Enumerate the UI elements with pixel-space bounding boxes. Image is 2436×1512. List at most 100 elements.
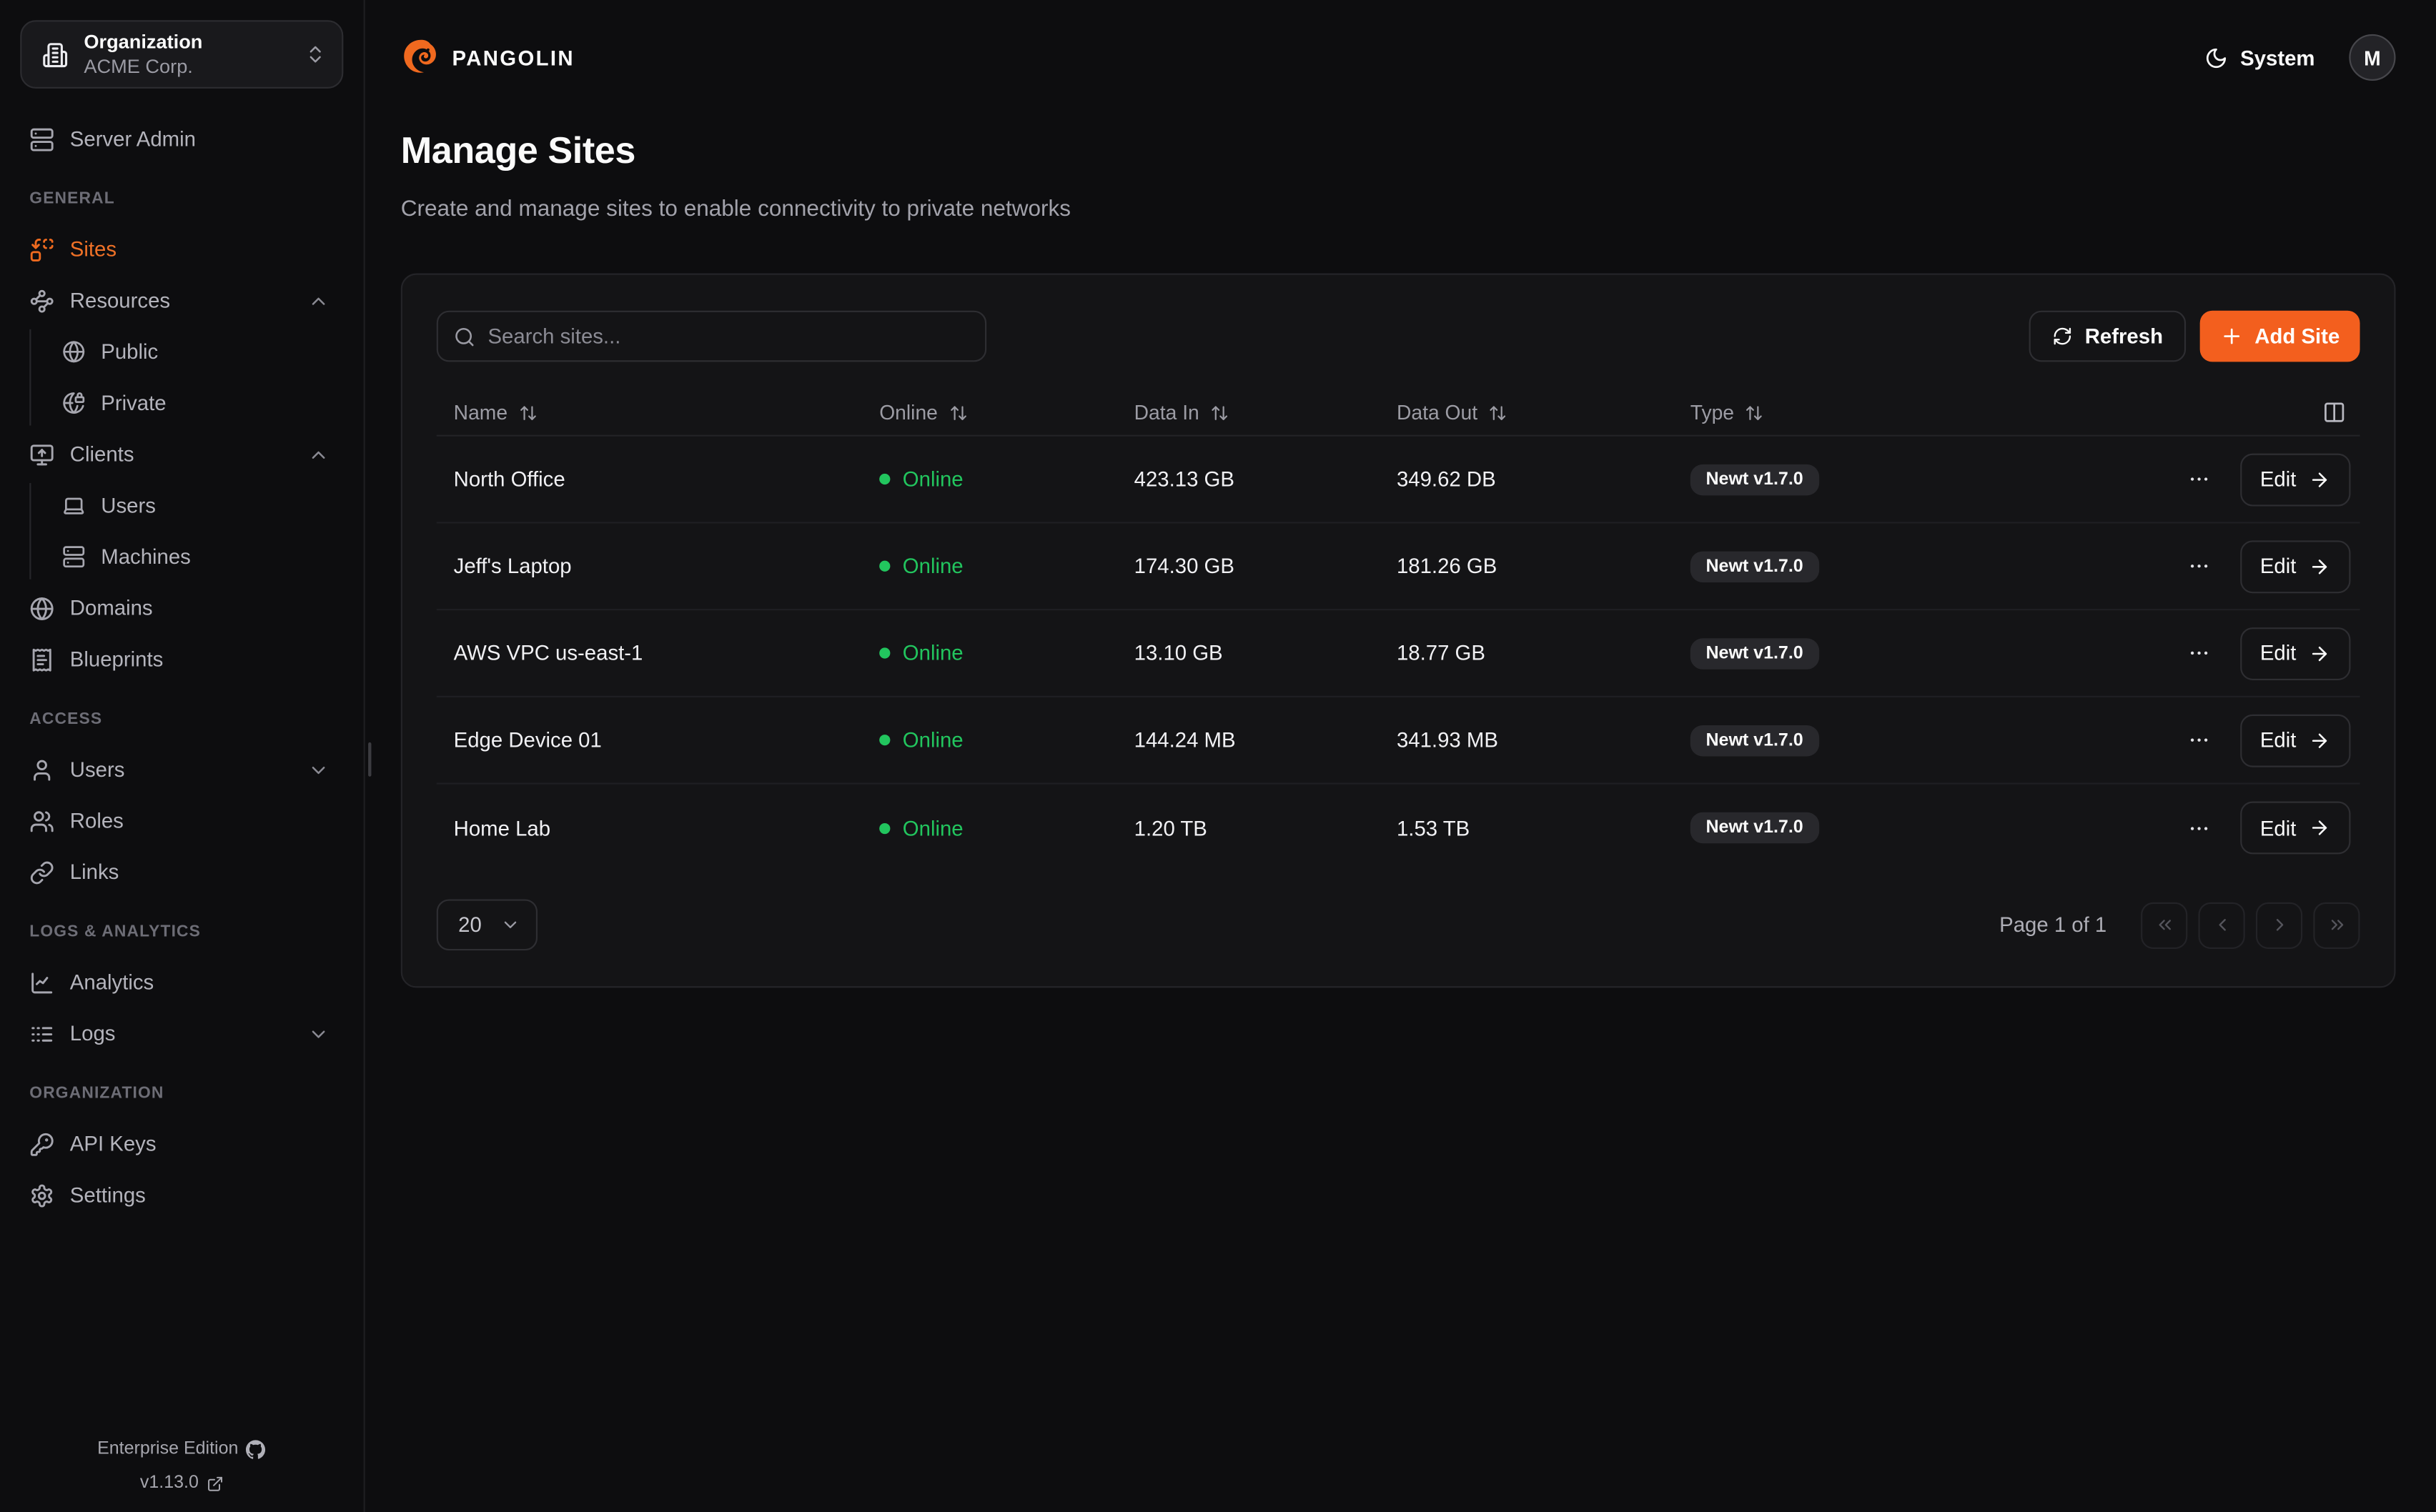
site-name: Edge Device 01 [454,729,880,752]
chevron-up-icon [307,289,329,311]
column-visibility-button[interactable] [2317,395,2351,429]
row-menu-button[interactable] [2184,635,2215,672]
column-header-type[interactable]: Type [1690,401,2184,424]
edit-button[interactable]: Edit [2240,539,2351,592]
arrow-right-icon [2309,555,2330,577]
sidebar-item-server-admin[interactable]: Server Admin [0,114,364,165]
page-size-select[interactable]: 20 [437,900,538,951]
sidebar-section-label-organization: ORGANIZATION [0,1081,364,1106]
chevron-down-icon [500,915,520,935]
version-line: v1.13.0 [0,1466,364,1501]
previous-page-button[interactable] [2199,902,2245,948]
column-header-data-out[interactable]: Data Out [1397,401,1690,424]
row-actions: Edit [2184,539,2360,592]
sidebar-section-label-general: GENERAL [0,186,364,212]
sort-icon [1488,403,1507,422]
site-name: AWS VPC us-east-1 [454,642,880,665]
data-in-value: 423.13 GB [1134,467,1397,491]
sidebar-item-clients-machines[interactable]: Machines [0,531,364,582]
sidebar-item-logs[interactable]: Logs [0,1008,364,1060]
add-site-button[interactable]: Add Site [2200,311,2360,362]
edit-button[interactable]: Edit [2240,802,2351,855]
row-actions: Edit [2184,627,2360,680]
theme-toggle[interactable]: System [2204,46,2314,69]
last-page-button[interactable] [2313,902,2360,948]
chevron-down-icon [307,1023,329,1044]
sidebar-footer: Enterprise Edition v1.13.0 [0,1432,364,1501]
app-root: Organization ACME Corp. Server Admin GEN… [0,0,2436,1512]
server-icon [29,126,54,151]
sidebar-item-resources-public[interactable]: Public [0,326,364,377]
table-row-jeff-s-laptop: Jeff's LaptopOnline174.30 GB181.26 GBNew… [437,524,2360,611]
logs-icon [29,1021,54,1046]
version-label[interactable]: v1.13.0 [140,1474,199,1493]
github-icon[interactable] [246,1439,266,1459]
sidebar-item-users[interactable]: Users [0,744,364,795]
sidebar-item-domains[interactable]: Domains [0,582,364,634]
sidebar-item-blueprints[interactable]: Blueprints [0,634,364,685]
sidebar-item-label: Blueprints [70,647,164,671]
column-header-data-in[interactable]: Data In [1134,401,1397,424]
sidebar-item-label: Roles [70,809,124,832]
globe-lock-icon [62,392,86,415]
sort-icon [1745,403,1763,422]
column-header-online[interactable]: Online [879,401,1134,424]
edit-button[interactable]: Edit [2240,453,2351,506]
sidebar-item-label: Users [70,758,125,782]
sidebar-item-links[interactable]: Links [0,847,364,898]
sidebar-item-resources-private[interactable]: Private [0,377,364,429]
online-dot-icon [879,648,890,659]
data-in-value: 13.10 GB [1134,642,1397,665]
top-bar: PANGOLIN System M [401,34,2396,81]
row-actions: Edit [2184,453,2360,506]
edit-label: Edit [2260,729,2297,752]
receipt-icon [29,647,54,672]
arrow-right-icon [2309,730,2330,751]
table-header: NameOnlineData InData OutType [437,390,2360,437]
organization-label: Organization [84,31,289,52]
type-badge: Newt v1.7.0 [1690,725,1819,755]
refresh-button[interactable]: Refresh [2029,311,2186,362]
data-out-value: 181.26 GB [1397,554,1690,578]
sidebar-item-sites[interactable]: Sites [0,224,364,275]
sidebar-item-clients[interactable]: Clients [0,429,364,480]
sidebar-item-roles[interactable]: Roles [0,795,364,847]
next-page-button[interactable] [2256,902,2302,948]
row-menu-button[interactable] [2184,547,2215,585]
table-body: North OfficeOnline423.13 GB349.62 DBNewt… [437,437,2360,872]
sidebar-item-label: Users [101,494,156,517]
sidebar-item-label: Analytics [70,970,154,994]
sidebar-item-clients-users[interactable]: Users [0,480,364,532]
online-status: Online [879,729,1134,752]
row-menu-button[interactable] [2184,461,2215,498]
sidebar-item-analytics[interactable]: Analytics [0,957,364,1008]
avatar[interactable]: M [2349,34,2395,81]
external-link-icon[interactable] [207,1475,224,1492]
sidebar-section-label-logs-analytics: LOGS & ANALYTICS [0,920,364,945]
search-input[interactable] [487,324,969,348]
row-menu-button[interactable] [2184,722,2215,759]
data-out-value: 349.62 DB [1397,467,1690,491]
server-icon [62,545,86,569]
arrow-right-icon [2309,642,2330,664]
building-icon [42,41,69,68]
chevron-left-icon [2212,915,2232,935]
column-header-name[interactable]: Name [454,401,880,424]
type-badge: Newt v1.7.0 [1690,464,1819,494]
sidebar-item-resources[interactable]: Resources [0,275,364,327]
chevrons-up-down-icon [304,44,326,65]
globe-icon [29,596,54,621]
row-menu-button[interactable] [2184,810,2215,847]
edit-button[interactable]: Edit [2240,627,2351,680]
sidebar-item-api-keys[interactable]: API Keys [0,1118,364,1170]
chevron-right-icon [2269,915,2289,935]
edit-label: Edit [2260,467,2297,491]
type-cell: Newt v1.7.0 [1690,464,2184,494]
data-out-value: 18.77 GB [1397,642,1690,665]
organization-selector[interactable]: Organization ACME Corp. [20,20,343,89]
online-status: Online [879,642,1134,665]
online-status: Online [879,467,1134,491]
first-page-button[interactable] [2141,902,2187,948]
sidebar-item-settings[interactable]: Settings [0,1170,364,1221]
edit-button[interactable]: Edit [2240,714,2351,767]
